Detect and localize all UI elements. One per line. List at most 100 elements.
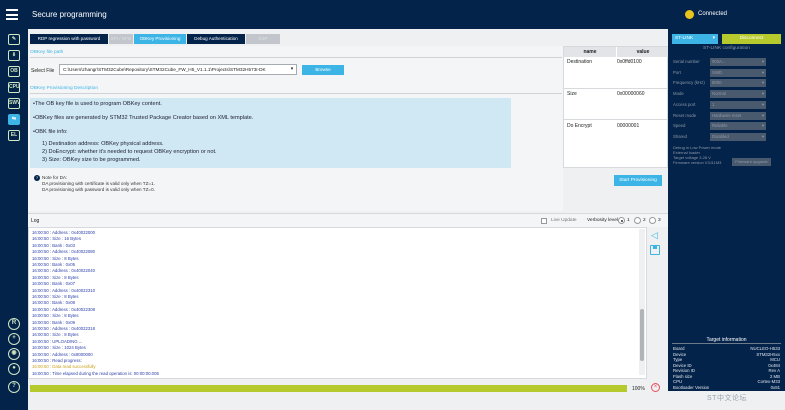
- target-info-row: Revision ID Rev A: [673, 368, 780, 373]
- table-cell: Do Encrypt: [567, 123, 592, 129]
- title-bar: Secure programming: [0, 0, 672, 29]
- firmware-upgrade-button[interactable]: Firmware upgrade: [732, 158, 771, 166]
- note-title: Note for DA:: [42, 175, 68, 180]
- config-key: Speed: [673, 123, 686, 129]
- verbosity-radio-2[interactable]: [634, 217, 641, 224]
- description-box: •The OB key file is used to program OBKe…: [30, 98, 511, 168]
- tab-rdp-regression[interactable]: RDP regression with password: [30, 34, 108, 44]
- config-extra-line: Firmware version V3J11M3: [673, 160, 722, 165]
- config-value-select[interactable]: SWD: [710, 68, 766, 77]
- log-line: 16:00:50 : Address : 0x40022080: [32, 249, 96, 255]
- log-line: 16:00:50 : Address : 0x40022310: [32, 287, 96, 293]
- table-cell: 0x00000060: [617, 91, 645, 97]
- browse-button[interactable]: Browse: [302, 65, 344, 75]
- note-line: DA provisioning with password is valid o…: [42, 187, 155, 192]
- target-info-value: MCU: [770, 357, 780, 362]
- log-line: 16:00:50 : Size : 8 Bytes: [32, 274, 79, 280]
- plus-icon[interactable]: +: [8, 333, 20, 345]
- verbosity-label-1: 1: [627, 218, 630, 223]
- table-cell: Size: [567, 91, 577, 97]
- help-icon[interactable]: ?: [8, 381, 20, 393]
- security-icon[interactable]: ⇆: [8, 114, 20, 125]
- table-cell: 00000001: [617, 123, 640, 129]
- config-value-select[interactable]: Hardware reset: [710, 111, 766, 120]
- config-value-select[interactable]: Normal: [710, 90, 766, 99]
- verbosity-radio-3[interactable]: [649, 217, 656, 224]
- config-value-select[interactable]: 1: [710, 100, 766, 109]
- config-title: ST-LINK configuration: [703, 46, 750, 51]
- save-log-icon[interactable]: [650, 245, 660, 255]
- tab-ssp[interactable]: SSP: [246, 34, 280, 44]
- config-row: Mode Normal: [673, 90, 782, 99]
- target-info-value: 0x81: [770, 384, 780, 390]
- log-line: 16:00:50 : Address : 0x40022000: [32, 230, 96, 235]
- start-provisioning-button[interactable]: Start Provisioning: [614, 175, 662, 186]
- connection-status: Connected: [672, 0, 785, 29]
- config-row: Port SWD: [673, 68, 782, 78]
- download-icon[interactable]: ⬇: [8, 50, 20, 61]
- config-row: Shared Disabled: [673, 132, 782, 142]
- log-scrollbar[interactable]: [639, 229, 645, 375]
- config-value-select[interactable]: 8000: [710, 79, 766, 88]
- config-key: Reset mode: [673, 112, 697, 118]
- log-icon[interactable]: ●: [8, 363, 20, 375]
- log-line: 16:00:50 : Bank : 0x09: [32, 319, 76, 325]
- app-window: Secure programming Connected ✎ ⬇ OB CPU …: [0, 0, 785, 410]
- interface-select[interactable]: ST-LINK ▾: [672, 34, 718, 44]
- log-line: 16:00:50 : Bank : 0x05: [32, 262, 76, 267]
- el-icon[interactable]: EL: [8, 130, 20, 141]
- chevron-down-icon[interactable]: ▾: [287, 64, 297, 75]
- config-value-select[interactable]: Disabled: [710, 132, 766, 141]
- target-info-key: Device ID: [673, 362, 692, 368]
- live-update-label: Live Update: [551, 218, 577, 223]
- log-line: 16:00:50 : Size : 8 Bytes: [32, 313, 79, 319]
- target-info-value: Rev A: [768, 368, 780, 373]
- target-info-row: Type MCU: [673, 357, 780, 362]
- hamburger-menu-icon[interactable]: [6, 9, 18, 20]
- tab-sfi[interactable]: SFI / SFIx: [109, 34, 133, 44]
- log-line: 16:00:50 : Address : 0x40022318: [32, 326, 96, 331]
- log-line: 16:00:50 : Size : 16 Bytes: [32, 236, 81, 242]
- ob-icon[interactable]: OB: [8, 66, 20, 77]
- tab-debug-authentication[interactable]: Debug Authentication: [187, 34, 245, 44]
- row-divider: [564, 119, 669, 120]
- log-line: 16:00:50 : Time elapsed during the read …: [32, 370, 159, 376]
- target-icon[interactable]: ◉: [8, 348, 20, 360]
- status-dot-icon: [685, 10, 694, 19]
- config-extra: Debug in Low Power mode External loader …: [673, 145, 721, 165]
- config-key: Port: [673, 69, 681, 75]
- progress-percent: 100%: [632, 386, 645, 392]
- config-key: Access port: [673, 101, 696, 107]
- config-value-select[interactable]: Reliable: [710, 122, 766, 131]
- cpu-icon[interactable]: CPU: [8, 82, 20, 93]
- page-title: Secure programming: [32, 10, 107, 19]
- da-note: ? Note for DA: DA provisioning with certi…: [34, 175, 155, 193]
- config-key: Shared: [673, 133, 687, 139]
- log-output[interactable]: 16:00:50 : Address : 0x40022000 16:00:50 …: [28, 227, 647, 379]
- live-update-checkbox[interactable]: [541, 218, 547, 224]
- log-line: 16:00:50 : Address : 0x8000000: [32, 351, 93, 357]
- log-line: 16:00:50 : Size : 8 Bytes: [32, 255, 79, 261]
- cancel-icon[interactable]: ×: [651, 383, 660, 392]
- file-path-input[interactable]: C:\Users\zhangr\STM32Cube\Repository\STM…: [59, 64, 297, 75]
- swv-icon[interactable]: SWV: [8, 98, 20, 109]
- target-info-key: Bootloader Version: [673, 384, 710, 390]
- target-info-key: Flash size: [673, 373, 693, 379]
- desc-line: 2) DoEncrypt: whether it's needed to req…: [42, 149, 217, 155]
- verbosity-radio-1[interactable]: [618, 217, 625, 224]
- clear-log-icon[interactable]: ◁: [651, 231, 660, 240]
- section-description: OBKey Provisioning Description: [30, 86, 98, 91]
- config-value-select[interactable]: 003A...: [710, 58, 766, 66]
- target-info-value: STM32H5xx: [756, 351, 780, 357]
- verbosity-label-3: 3: [658, 218, 661, 223]
- desc-line: •The OB key file is used to program OBKe…: [33, 101, 162, 107]
- edit-icon[interactable]: ✎: [8, 34, 20, 45]
- disconnect-button[interactable]: Disconnect: [722, 34, 781, 44]
- config-key: Serial number: [673, 59, 700, 64]
- tab-obkey-provisioning[interactable]: OBKey Provisioning: [134, 34, 186, 44]
- scrollbar-thumb[interactable]: [640, 309, 644, 361]
- status-text: Connected: [698, 11, 728, 17]
- progress-fill: [30, 385, 627, 392]
- rdp-icon[interactable]: R: [8, 318, 20, 330]
- log-line: 16:00:50 : Data read successfully: [32, 364, 96, 370]
